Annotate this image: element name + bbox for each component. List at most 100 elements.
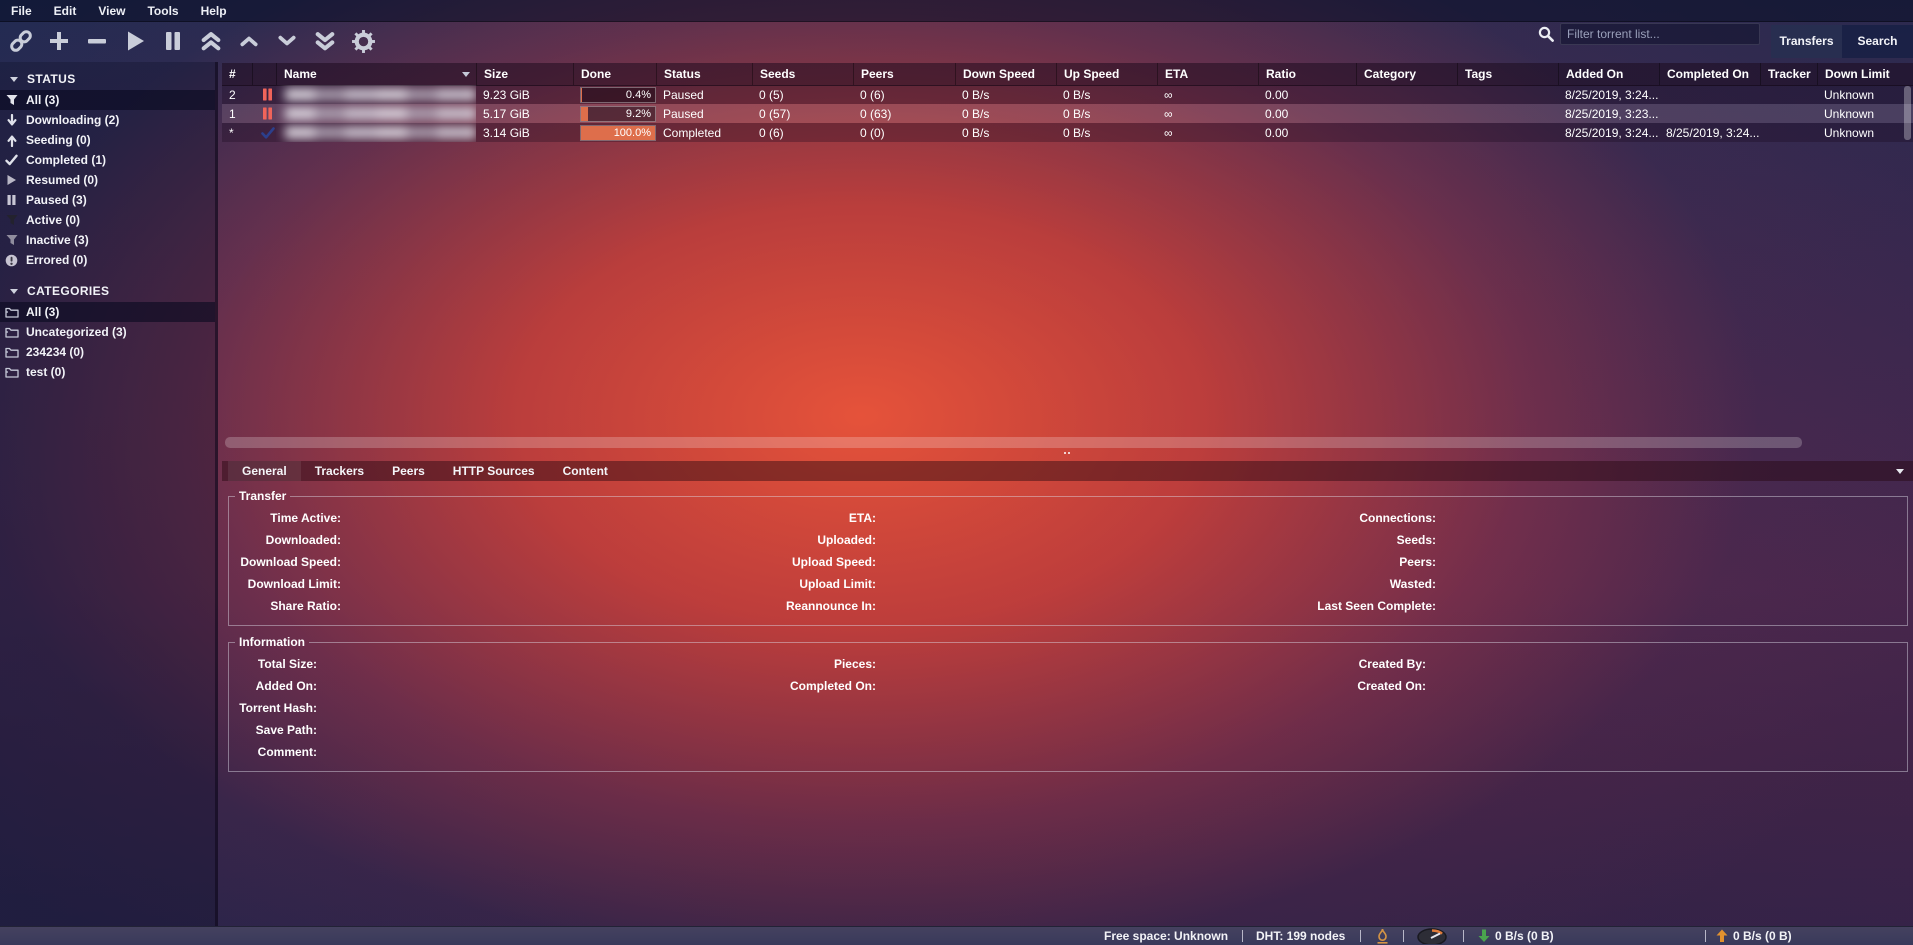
transfer-legend: Transfer — [235, 489, 290, 503]
resume-button[interactable] — [122, 28, 148, 54]
column-header-label: Down Limit — [1825, 67, 1890, 81]
column-header-category[interactable]: Category — [1356, 63, 1457, 85]
sidebar-status-all-3[interactable]: All (3) — [0, 90, 215, 110]
global-upload-speed[interactable]: 0 B/s (0 B) — [1716, 929, 1792, 943]
sidebar-item-label: Paused (3) — [26, 193, 87, 207]
column-header-size[interactable]: Size — [476, 63, 573, 85]
torrent-name-redacted — [285, 88, 476, 101]
detail-tab-http-sources[interactable]: HTTP Sources — [439, 461, 549, 481]
delete-button[interactable] — [84, 28, 110, 54]
plus-icon — [47, 29, 71, 53]
detail-tab-trackers[interactable]: Trackers — [301, 461, 378, 481]
column-header-up-speed[interactable]: Up Speed — [1056, 63, 1157, 85]
sidebar-status-inactive-3[interactable]: Inactive (3) — [0, 230, 215, 250]
horizontal-scrollbar[interactable] — [225, 437, 1802, 448]
torrent-row[interactable]: 29.23 GiB0.4%Paused0 (5)0 (6)0 B/s0 B/s∞… — [222, 85, 1913, 104]
detail-tab-peers[interactable]: Peers — [378, 461, 439, 481]
menu-view[interactable]: View — [87, 2, 136, 20]
column-header-ratio[interactable]: Ratio — [1258, 63, 1356, 85]
detail-tab-content[interactable]: Content — [549, 461, 622, 481]
column-header-eta[interactable]: ETA — [1157, 63, 1258, 85]
column-header-label: Seeds — [760, 67, 795, 81]
column-header-label: Status — [664, 67, 701, 81]
connection-status-button[interactable] — [1376, 928, 1389, 944]
menu-help[interactable]: Help — [190, 2, 238, 20]
torrent-row[interactable]: 15.17 GiB9.2%Paused0 (57)0 (63)0 B/s0 B/… — [222, 104, 1913, 123]
information-legend: Information — [235, 635, 309, 649]
column-header-peers[interactable]: Peers — [853, 63, 955, 85]
column-header-tracker[interactable]: Tracker — [1760, 63, 1817, 85]
sidebar-item-label: Errored (0) — [26, 253, 87, 267]
settings-button[interactable] — [350, 28, 376, 54]
progress-label: 9.2% — [626, 108, 651, 120]
field-label: Time Active: — [229, 511, 341, 525]
play-icon — [123, 29, 147, 53]
menu-file[interactable]: File — [0, 2, 43, 20]
column-header-down-limit[interactable]: Down Limit — [1817, 63, 1912, 85]
sidebar: STATUS All (3) Downloading (2)Seeding (0)… — [0, 62, 218, 927]
sidebar-status-paused-3[interactable]: Paused (3) — [0, 190, 215, 210]
column-header-tags[interactable]: Tags — [1457, 63, 1558, 85]
add-torrent-button[interactable] — [46, 28, 72, 54]
vertical-scrollbar[interactable] — [1904, 86, 1911, 140]
menu-tools[interactable]: Tools — [136, 2, 189, 20]
top-priority-button[interactable] — [198, 28, 224, 54]
field-label: Created By: — [1316, 657, 1426, 671]
field-label: Completed On: — [766, 679, 876, 693]
sidebar-status-active-0[interactable]: Active (0) — [0, 210, 215, 230]
increase-priority-button[interactable] — [236, 28, 262, 54]
column-header-label: Done — [581, 67, 611, 81]
column-header-label: Added On — [1566, 67, 1623, 81]
sidebar-status-errored-0[interactable]: Errored (0) — [0, 250, 215, 270]
column-header-done[interactable]: Done — [573, 63, 656, 85]
double-chevron-down-icon — [314, 30, 336, 52]
pane-splitter-handle[interactable] — [1062, 450, 1072, 455]
toolbar — [0, 22, 376, 60]
column-header-status[interactable]: Status — [656, 63, 752, 85]
column-header-state[interactable] — [252, 63, 276, 85]
decrease-priority-button[interactable] — [274, 28, 300, 54]
categories-header-label: CATEGORIES — [27, 284, 109, 298]
sidebar-status-completed-1[interactable]: Completed (1) — [0, 150, 215, 170]
progress-bar: 9.2% — [580, 106, 656, 122]
sidebar-category-234234-0[interactable]: 234234 (0) — [0, 342, 215, 362]
sidebar-status-resumed-0[interactable]: Resumed (0) — [0, 170, 215, 190]
menu-bar: FileEditViewToolsHelp — [0, 0, 1913, 22]
torrent-row[interactable]: *3.14 GiB100.0%Completed0 (6)0 (0)0 B/s0… — [222, 123, 1913, 142]
paused-state-icon — [259, 88, 276, 101]
menu-edit[interactable]: Edit — [43, 2, 88, 20]
detail-tab-general[interactable]: General — [228, 461, 301, 481]
column-header-label: # — [229, 67, 236, 81]
pause-button[interactable] — [160, 28, 186, 54]
torrent-table: 29.23 GiB0.4%Paused0 (5)0 (6)0 B/s0 B/s∞… — [222, 85, 1913, 142]
tab-transfers[interactable]: Transfers — [1771, 25, 1842, 58]
bottom-priority-button[interactable] — [312, 28, 338, 54]
column-header-name[interactable]: Name — [276, 63, 476, 85]
global-download-speed[interactable]: 0 B/s (0 B) — [1478, 929, 1554, 943]
sidebar-status-seeding-0[interactable]: Seeding (0) — [0, 130, 215, 150]
tab-search[interactable]: Search — [1842, 25, 1913, 58]
detail-tabs-chevron-icon[interactable] — [1896, 469, 1904, 474]
categories-section-header[interactable]: CATEGORIES — [0, 280, 215, 302]
column-header-completed-on[interactable]: Completed On — [1659, 63, 1760, 85]
column-header-down-speed[interactable]: Down Speed — [955, 63, 1056, 85]
check-icon — [4, 154, 19, 167]
sidebar-category-all-3[interactable]: All (3) — [0, 302, 215, 322]
funnel-dark-icon — [4, 214, 19, 227]
torrent-name-redacted — [285, 126, 476, 139]
chevron-up-icon — [239, 31, 259, 51]
alt-speed-limits-button[interactable] — [1416, 928, 1448, 944]
field-label: Connections: — [1316, 511, 1436, 525]
add-link-button[interactable] — [8, 28, 34, 54]
column-header-added-on[interactable]: Added On — [1558, 63, 1659, 85]
column-header-[interactable]: # — [222, 63, 252, 85]
filter-torrent-input[interactable] — [1560, 23, 1760, 45]
progress-label: 100.0% — [614, 127, 651, 139]
column-header-seeds[interactable]: Seeds — [752, 63, 853, 85]
sidebar-status-downloading-2[interactable]: Downloading (2) — [0, 110, 215, 130]
sidebar-category-uncategorized-3[interactable]: Uncategorized (3) — [0, 322, 215, 342]
sidebar-item-label: All (3) — [26, 93, 59, 107]
status-section-header[interactable]: STATUS — [0, 68, 215, 90]
sidebar-category-test-0[interactable]: test (0) — [0, 362, 215, 382]
column-header-label: Tracker — [1768, 67, 1811, 81]
